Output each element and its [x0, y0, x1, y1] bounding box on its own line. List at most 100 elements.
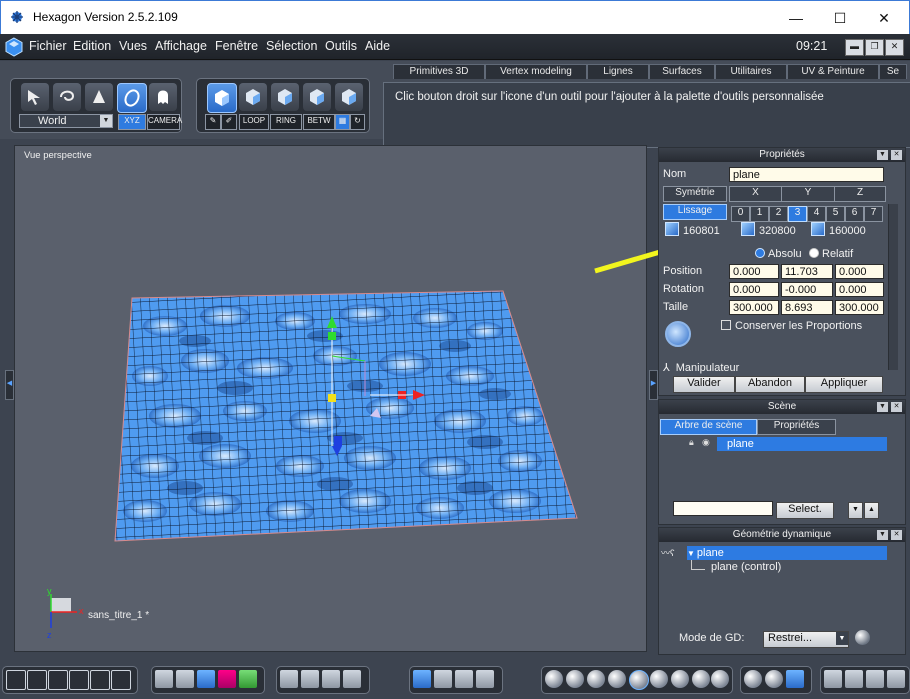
- smooth-wire-shading-icon[interactable]: [608, 670, 626, 688]
- left-panel-toggle-icon[interactable]: ◀: [5, 370, 14, 400]
- tab-vertex-modeling[interactable]: Vertex modeling: [485, 64, 587, 79]
- pen-icon[interactable]: ✎: [205, 114, 221, 130]
- light-shading-icon[interactable]: [692, 670, 710, 688]
- scene-item-plane[interactable]: plane: [717, 437, 887, 451]
- layout-split-v-icon[interactable]: [69, 670, 89, 690]
- grid-blue-icon[interactable]: [197, 670, 215, 688]
- tab-scene-properties[interactable]: Propriétés: [757, 419, 836, 435]
- zoom-icon[interactable]: [322, 670, 340, 688]
- close-icon[interactable]: ✕: [891, 150, 902, 160]
- material-shading-icon[interactable]: [711, 670, 729, 688]
- select-button[interactable]: Select.: [776, 502, 834, 519]
- smooth-level-0[interactable]: 0: [731, 206, 750, 222]
- smooth-level-1[interactable]: 1: [750, 206, 769, 222]
- layout-three-icon[interactable]: [90, 670, 110, 690]
- menu-selection[interactable]: Sélection: [266, 39, 317, 53]
- edge-mode-icon[interactable]: [271, 83, 299, 111]
- coord-system-dropdown[interactable]: World ▼: [19, 114, 113, 128]
- ao-shading-icon[interactable]: [671, 670, 689, 688]
- dyngeo-tools-icon[interactable]: 〰ʕ: [661, 546, 685, 558]
- perspective-viewport[interactable]: Vue perspective y x z sans_titre_1 *: [14, 145, 647, 652]
- close-button[interactable]: ✕: [861, 1, 907, 35]
- dyngeo-item-plane[interactable]: ▼ plane: [687, 546, 887, 560]
- light-1-icon[interactable]: [744, 670, 762, 688]
- position-x-field[interactable]: 0.000: [729, 264, 779, 279]
- lasso-icon[interactable]: [53, 83, 81, 111]
- frame-icon[interactable]: [280, 670, 298, 688]
- cancel-button[interactable]: Abandon: [735, 376, 805, 393]
- position-y-field[interactable]: 11.703: [781, 264, 833, 279]
- layout-wide-icon[interactable]: [111, 670, 131, 690]
- tab-lignes[interactable]: Lignes: [587, 64, 649, 79]
- ghost-icon[interactable]: [149, 83, 177, 111]
- select-arrow-icon[interactable]: [21, 83, 49, 111]
- object-mode-icon[interactable]: [207, 83, 237, 113]
- chevron-up-icon[interactable]: ▲: [864, 502, 879, 519]
- rotation-x-field[interactable]: 0.000: [729, 282, 779, 297]
- smooth-level-6[interactable]: 6: [845, 206, 864, 222]
- pan-icon[interactable]: [301, 670, 319, 688]
- camera-button[interactable]: CAMERA: [147, 114, 182, 130]
- tab-primitives-3d[interactable]: Primitives 3D: [393, 64, 485, 79]
- soft-select-icon[interactable]: [117, 83, 147, 113]
- axis-x-button[interactable]: X: [729, 186, 782, 202]
- paint-select-icon[interactable]: [85, 83, 113, 111]
- collapse-icon[interactable]: ▼: [877, 402, 888, 412]
- symmetry-button[interactable]: Symétrie: [663, 186, 727, 202]
- app-close-button[interactable]: ✕: [885, 39, 904, 56]
- brush-icon[interactable]: ✐: [221, 114, 237, 130]
- tab-uv-peinture[interactable]: UV & Peinture: [787, 64, 879, 79]
- menu-edition[interactable]: Edition: [73, 39, 111, 53]
- checker-icon[interactable]: [155, 670, 173, 688]
- cube-export-icon[interactable]: [866, 670, 884, 688]
- menu-affichage[interactable]: Affichage: [155, 39, 207, 53]
- move-tool-icon[interactable]: [413, 670, 431, 688]
- size-x-field[interactable]: 300.000: [729, 300, 779, 315]
- wireframe-shading-icon[interactable]: [545, 670, 563, 688]
- gizmo-icon[interactable]: [665, 321, 691, 347]
- size-z-field[interactable]: 300.000: [835, 300, 884, 315]
- axis-z-button[interactable]: Z: [834, 186, 886, 202]
- light-2-icon[interactable]: [765, 670, 783, 688]
- wave-mesh[interactable]: y x z: [15, 146, 648, 653]
- light-3-icon[interactable]: [786, 670, 804, 688]
- cycle-icon[interactable]: ↻: [350, 114, 365, 130]
- tab-more[interactable]: Se: [879, 64, 907, 79]
- mode-relative-radio[interactable]: Relatif: [809, 248, 853, 260]
- tab-surfaces[interactable]: Surfaces: [649, 64, 715, 79]
- betw-button[interactable]: BETW: [303, 114, 335, 130]
- maximize-button[interactable]: ☐: [817, 1, 863, 35]
- flat-shading-icon[interactable]: [566, 670, 584, 688]
- menu-vues[interactable]: Vues: [119, 39, 147, 53]
- grid-toggle-icon[interactable]: ▦: [335, 114, 350, 130]
- menu-fenetre[interactable]: Fenêtre: [215, 39, 258, 53]
- mode-absolute-radio[interactable]: Absolu: [755, 248, 802, 260]
- select-filter-field[interactable]: [673, 501, 773, 516]
- lock-icon[interactable]: 🔒︎: [689, 437, 701, 449]
- scale-tool-icon[interactable]: [455, 670, 473, 688]
- name-field[interactable]: plane: [729, 167, 884, 182]
- app-minimize-button[interactable]: ▬: [845, 39, 864, 56]
- smooth-level-2[interactable]: 2: [769, 206, 788, 222]
- eye-icon[interactable]: ◉: [702, 437, 714, 449]
- smooth-shading-icon[interactable]: [587, 670, 605, 688]
- grid-red-icon[interactable]: [218, 670, 236, 688]
- menu-fichier[interactable]: Fichier: [29, 39, 67, 53]
- view-eye-icon[interactable]: [343, 670, 361, 688]
- magnet-icon[interactable]: [176, 670, 194, 688]
- smooth-level-5[interactable]: 5: [826, 206, 845, 222]
- position-z-field[interactable]: 0.000: [835, 264, 884, 279]
- smooth-level-4[interactable]: 4: [807, 206, 826, 222]
- apply-button[interactable]: Appliquer: [805, 376, 883, 393]
- tab-scene-tree[interactable]: Arbre de scène: [660, 419, 757, 435]
- dyngeo-child-item[interactable]: plane (control): [711, 561, 781, 573]
- settings-gear-icon[interactable]: [824, 670, 842, 688]
- layout-single-icon[interactable]: [6, 670, 26, 690]
- rotation-y-field[interactable]: -0.000: [781, 282, 833, 297]
- tab-utilitaires[interactable]: Utilitaires: [715, 64, 787, 79]
- smoothing-button[interactable]: Lissage: [663, 204, 727, 220]
- layout-split-h-icon[interactable]: [48, 670, 68, 690]
- ring-button[interactable]: RING: [270, 114, 302, 130]
- gd-mode-dropdown[interactable]: Restrei... ▼: [763, 631, 849, 648]
- collapse-icon[interactable]: ▼: [877, 530, 888, 540]
